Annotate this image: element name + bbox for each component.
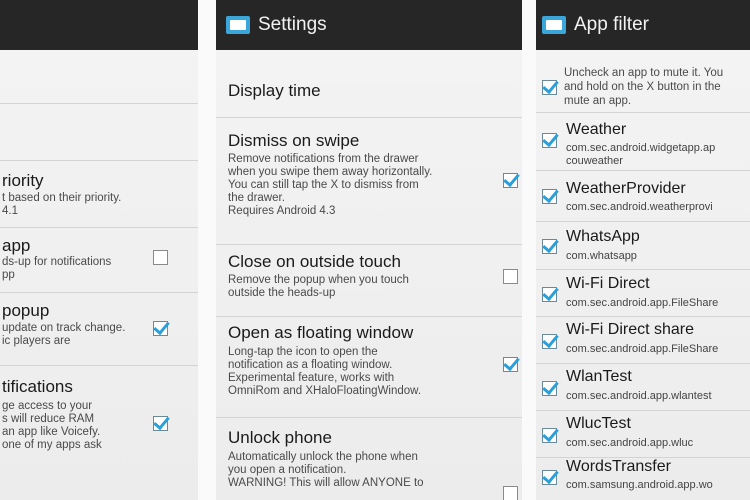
- app-package: com.sec.android.widgetapp.ap couweather: [566, 142, 716, 167]
- app-checkbox[interactable]: [542, 334, 557, 349]
- panel-divider: [198, 0, 216, 500]
- app-name: WordsTransfer: [566, 458, 671, 475]
- app-name: WlanTest: [566, 368, 632, 385]
- left-action-bar: [0, 0, 198, 50]
- app-row-weatherprovider[interactable]: WeatherProvider com.sec.android.weatherp…: [536, 171, 750, 222]
- dismiss-on-swipe-checkbox[interactable]: [503, 173, 518, 188]
- app-name: Wi-Fi Direct share: [566, 321, 695, 338]
- panel-divider: [522, 0, 536, 500]
- pref-summary: Automatically unlock the phone when you …: [228, 451, 424, 489]
- left-pref-app[interactable]: app ds-up for notifications pp: [0, 228, 198, 293]
- app-row-wordstransfer[interactable]: WordsTransfer com.samsung.android.app.wo: [536, 458, 750, 500]
- app-logo-icon: [226, 16, 250, 34]
- pref-title: riority: [2, 171, 44, 190]
- app-package: com.samsung.android.app.wo: [566, 479, 713, 491]
- app-checkbox[interactable]: [542, 470, 557, 485]
- app-checkbox[interactable]: [542, 189, 557, 204]
- app-package: com.sec.android.weatherprovi: [566, 201, 713, 213]
- app-row-whatsapp[interactable]: WhatsApp com.whatsapp: [536, 222, 750, 270]
- mute-all-checkbox[interactable]: [542, 80, 557, 95]
- left-settings-panel: riority t based on their priority. 4.1 a…: [0, 0, 198, 500]
- left-pref-popup[interactable]: popup update on track change. ic players…: [0, 293, 198, 366]
- pref-summary: t based on their priority. 4.1: [2, 192, 122, 217]
- app-row-wlantest[interactable]: WlanTest com.sec.android.app.wlantest: [536, 364, 750, 411]
- open-as-floating-window-checkbox[interactable]: [503, 357, 518, 372]
- app-checkbox[interactable]: [542, 133, 557, 148]
- pref-title: tifications: [2, 377, 73, 396]
- settings-panel: Settings Display time Dismiss on swipe R…: [216, 0, 522, 500]
- app-filter-hint-row[interactable]: Uncheck an app to mute it. You and hold …: [536, 50, 750, 113]
- pref-title: app: [2, 236, 31, 255]
- checkbox-unchecked[interactable]: [153, 250, 168, 265]
- pref-summary: Remove notifications from the drawer whe…: [228, 153, 433, 217]
- app-name: WlucTest: [566, 415, 631, 432]
- app-checkbox[interactable]: [542, 381, 557, 396]
- app-name: WeatherProvider: [566, 180, 686, 197]
- pref-title: Unlock phone: [228, 428, 332, 447]
- close-on-outside-touch-checkbox[interactable]: [503, 269, 518, 284]
- pref-display-time[interactable]: Display time: [216, 50, 522, 118]
- pref-close-on-outside-touch[interactable]: Close on outside touch Remove the popup …: [216, 245, 522, 317]
- app-name: Weather: [566, 121, 627, 138]
- app-filter-title: App filter: [574, 14, 649, 35]
- app-package: com.sec.android.app.wlantest: [566, 390, 712, 402]
- left-pref-notifications[interactable]: tifications ge access to your s will red…: [0, 366, 198, 500]
- checkbox-checked[interactable]: [153, 321, 168, 336]
- pref-dismiss-on-swipe[interactable]: Dismiss on swipe Remove notifications fr…: [216, 118, 522, 245]
- pref-unlock-phone[interactable]: Unlock phone Automatically unlock the ph…: [216, 418, 522, 500]
- app-checkbox[interactable]: [542, 239, 557, 254]
- app-row-wluctest[interactable]: WlucTest com.sec.android.app.wluc: [536, 411, 750, 458]
- pref-title: Display time: [228, 81, 321, 100]
- pref-summary: ge access to your s will reduce RAM an a…: [2, 400, 102, 451]
- pref-title: Dismiss on swipe: [228, 131, 360, 150]
- settings-title: Settings: [258, 14, 327, 35]
- app-checkbox[interactable]: [542, 428, 557, 443]
- left-blank-row-2[interactable]: [0, 104, 198, 161]
- left-pref-priority[interactable]: riority t based on their priority. 4.1: [0, 161, 198, 228]
- app-row-weather[interactable]: Weather com.sec.android.widgetapp.ap cou…: [536, 113, 750, 171]
- app-package: com.whatsapp: [566, 250, 637, 262]
- app-package: com.sec.android.app.FileShare: [566, 343, 719, 355]
- pref-summary: update on track change. ic players are: [2, 322, 126, 347]
- app-name: WhatsApp: [566, 228, 640, 245]
- pref-title: popup: [2, 301, 50, 320]
- app-logo-icon: [542, 16, 566, 34]
- pref-summary: Long-tap the icon to open the notificati…: [228, 346, 422, 397]
- app-name: Wi-Fi Direct: [566, 275, 650, 292]
- checkbox-checked[interactable]: [153, 416, 168, 431]
- app-row-wifi-direct-share[interactable]: Wi-Fi Direct share com.sec.android.app.F…: [536, 317, 750, 364]
- app-filter-panel: App filter Uncheck an app to mute it. Yo…: [536, 0, 750, 500]
- app-package: com.sec.android.app.wluc: [566, 437, 694, 449]
- settings-action-bar: Settings: [216, 0, 522, 50]
- left-blank-row-1[interactable]: [0, 50, 198, 104]
- pref-title: Close on outside touch: [228, 252, 401, 271]
- pref-title: Open as floating window: [228, 323, 414, 342]
- pref-open-as-floating-window[interactable]: Open as floating window Long-tap the ico…: [216, 317, 522, 418]
- app-checkbox[interactable]: [542, 287, 557, 302]
- app-filter-hint: Uncheck an app to mute it. You and hold …: [564, 67, 724, 107]
- app-row-wifi-direct[interactable]: Wi-Fi Direct com.sec.android.app.FileSha…: [536, 270, 750, 317]
- pref-summary: Remove the popup when you touch outside …: [228, 274, 409, 299]
- app-package: com.sec.android.app.FileShare: [566, 297, 719, 309]
- pref-summary: ds-up for notifications pp: [2, 256, 112, 281]
- app-filter-action-bar: App filter: [536, 0, 750, 50]
- unlock-phone-checkbox[interactable]: [503, 486, 518, 500]
